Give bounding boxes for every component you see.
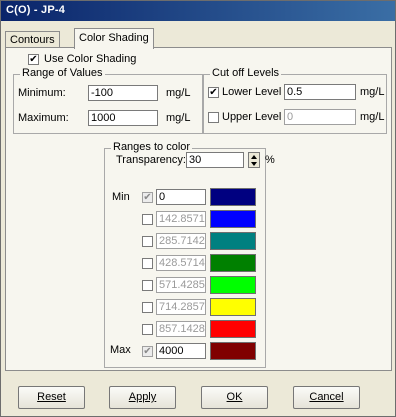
ranges-to-color-title: Ranges to color: [111, 141, 193, 153]
minimum-label: Minimum:: [18, 87, 66, 99]
upper-level-input[interactable]: 0: [284, 109, 356, 125]
range-checkbox-0[interactable]: ✔: [142, 192, 153, 203]
ok-button-label: OK: [226, 391, 243, 403]
lower-level-input[interactable]: 0.5: [284, 84, 356, 100]
cancel-button-label: Cancel: [309, 391, 344, 403]
cut-off-levels-group: Cut off Levels ✔ Lower Level 0.5 mg/L Up…: [203, 67, 387, 134]
dialog-window: C(O) - JP-4 Contours Color Shading ✔ Use…: [0, 0, 396, 417]
range-color-swatch-1[interactable]: [210, 210, 256, 228]
apply-button-label: Apply: [128, 391, 157, 403]
range-color-swatch-4[interactable]: [210, 276, 256, 294]
lower-level-label: Lower Level: [222, 86, 282, 98]
range-color-swatch-5[interactable]: [210, 298, 256, 316]
upper-level-checkbox[interactable]: [208, 112, 219, 123]
range-of-values-group: Range of Values Minimum: -100 mg/L Maxim…: [13, 67, 203, 134]
range-checkbox-6[interactable]: [142, 324, 153, 335]
minimum-unit: mg/L: [166, 87, 191, 99]
spin-down-icon[interactable]: [251, 162, 257, 166]
tab-color-shading[interactable]: Color Shading: [74, 28, 154, 49]
apply-button[interactable]: Apply: [109, 386, 176, 409]
range-value-4[interactable]: 571.42857143: [156, 277, 206, 293]
range-checkbox-1[interactable]: [142, 214, 153, 225]
range-color-swatch-3[interactable]: [210, 254, 256, 272]
range-of-values-title: Range of Values: [20, 67, 105, 79]
window-title: C(O) - JP-4: [6, 4, 66, 16]
title-bar[interactable]: C(O) - JP-4: [1, 1, 395, 21]
use-color-shading-checkbox[interactable]: ✔: [28, 54, 39, 65]
upper-level-label: Upper Level: [222, 111, 282, 123]
ok-button[interactable]: OK: [201, 386, 268, 409]
range-value-5[interactable]: 714.28571429: [156, 299, 206, 315]
tab-contours-label: Contours: [10, 34, 55, 46]
tab-color-shading-label: Color Shading: [79, 32, 149, 44]
transparency-unit: %: [265, 154, 275, 166]
transparency-spinner[interactable]: [248, 152, 260, 168]
range-color-swatch-7[interactable]: [210, 342, 256, 360]
range-value-0[interactable]: 0: [156, 189, 206, 205]
range-value-6[interactable]: 857.14285714: [156, 321, 206, 337]
minimum-input[interactable]: -100: [88, 85, 158, 101]
maximum-label: Maximum:: [18, 112, 69, 124]
transparency-input[interactable]: 30: [186, 152, 244, 168]
cancel-button[interactable]: Cancel: [293, 386, 360, 409]
range-value-3[interactable]: 428.57142857: [156, 255, 206, 271]
range-value-1[interactable]: 142.85714286: [156, 211, 206, 227]
color-shading-panel: ✔ Use Color Shading Range of Values Mini…: [5, 47, 392, 371]
range-color-swatch-2[interactable]: [210, 232, 256, 250]
range-value-7[interactable]: 4000: [156, 343, 206, 359]
reset-button-label: Reset: [37, 391, 66, 403]
max-label: Max: [110, 344, 131, 356]
maximum-unit: mg/L: [166, 112, 191, 124]
transparency-label: Transparency:: [116, 154, 186, 166]
range-checkbox-5[interactable]: [142, 302, 153, 313]
min-label: Min: [112, 191, 130, 203]
range-checkbox-4[interactable]: [142, 280, 153, 291]
lower-level-unit: mg/L: [360, 86, 385, 98]
range-checkbox-2[interactable]: [142, 236, 153, 247]
range-checkbox-3[interactable]: [142, 258, 153, 269]
lower-level-checkbox[interactable]: ✔: [208, 87, 219, 98]
maximum-input[interactable]: 1000: [88, 110, 158, 126]
range-color-swatch-6[interactable]: [210, 320, 256, 338]
cut-off-levels-title: Cut off Levels: [210, 67, 282, 79]
spin-up-icon[interactable]: [251, 155, 257, 159]
reset-button[interactable]: Reset: [18, 386, 85, 409]
range-value-2[interactable]: 285.71428571: [156, 233, 206, 249]
range-checkbox-7[interactable]: ✔: [142, 346, 153, 357]
use-color-shading-label: Use Color Shading: [44, 53, 137, 65]
upper-level-unit: mg/L: [360, 111, 385, 123]
range-color-swatch-0[interactable]: [210, 188, 256, 206]
